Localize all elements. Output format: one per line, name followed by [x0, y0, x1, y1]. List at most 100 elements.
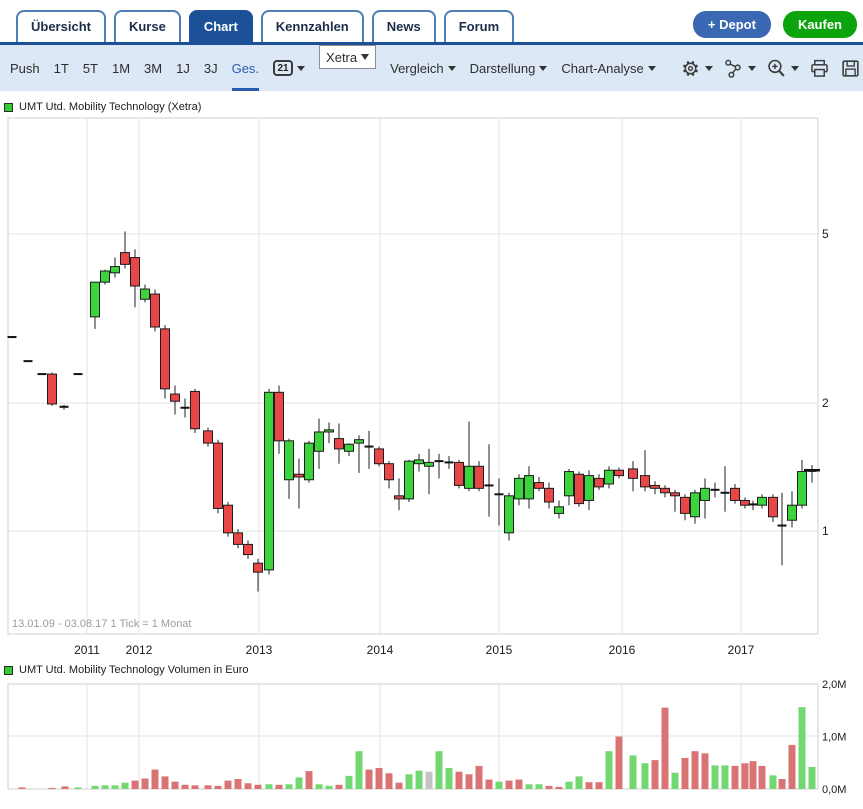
candle-body	[545, 488, 554, 502]
volume-bar	[235, 779, 242, 789]
save-icon	[840, 58, 861, 79]
candle-body	[595, 478, 604, 487]
candle-body	[275, 392, 284, 441]
share-icon	[723, 58, 744, 79]
candle-body	[425, 462, 434, 466]
chevron-down-icon	[748, 66, 756, 71]
tab-news[interactable]: News	[372, 10, 436, 42]
buy-button[interactable]: Kaufen	[783, 11, 857, 38]
menu-vergleich[interactable]: Vergleich	[390, 45, 455, 91]
tab-chart[interactable]: Chart	[189, 10, 253, 42]
candle-body	[91, 282, 100, 317]
candle-body	[788, 505, 797, 520]
tab-kurse[interactable]: Kurse	[114, 10, 181, 42]
gear-icon	[680, 58, 701, 79]
candle-body	[171, 394, 180, 401]
volume-series-legend: UMT Utd. Mobility Technology Volumen in …	[4, 664, 248, 676]
volume-bar	[356, 751, 363, 789]
candle-body	[555, 507, 564, 514]
chevron-down-icon	[791, 66, 799, 71]
candle-body	[525, 476, 534, 499]
range-3j[interactable]: 3J	[204, 45, 218, 91]
volume-bar	[205, 785, 212, 789]
menu-darstellung[interactable]: Darstellung	[470, 45, 548, 91]
zoom-in-button[interactable]	[766, 58, 799, 79]
save-button[interactable]	[840, 58, 863, 79]
price-volume-chart[interactable]: 20112012201320142015201620175212,0M1,0M0…	[0, 96, 863, 809]
volume-bar	[182, 785, 189, 789]
volume-bar	[486, 780, 493, 789]
candle-body	[48, 374, 57, 404]
volume-bar	[742, 763, 749, 789]
date-range-note: 13.01.09 - 03.08.17 1 Tick = 1 Monat	[12, 618, 191, 630]
volume-bar	[396, 783, 403, 789]
volume-bar	[536, 784, 543, 789]
volume-bar	[416, 771, 423, 789]
volume-bar	[712, 765, 719, 789]
tab-forum[interactable]: Forum	[444, 10, 514, 42]
price-series-label: UMT Utd. Mobility Technology (Xetra)	[19, 101, 201, 113]
tab-uebersicht[interactable]: Übersicht	[16, 10, 106, 42]
candle-body	[265, 392, 274, 570]
menu-label: Chart-Analyse	[561, 61, 643, 76]
volume-bar	[456, 772, 463, 789]
volume-bar	[672, 773, 679, 789]
volume-bar	[576, 776, 583, 789]
volume-bar	[255, 785, 262, 789]
range-1t[interactable]: 1T	[54, 45, 69, 91]
volume-bar	[496, 782, 503, 789]
volume-bar	[225, 781, 232, 789]
range-3m[interactable]: 3M	[144, 45, 162, 91]
menu-chart-analyse[interactable]: Chart-Analyse	[561, 45, 655, 91]
x-axis-year-label: 2013	[246, 643, 273, 657]
volume-bar	[616, 737, 623, 790]
calendar-button[interactable]: 21	[273, 45, 305, 91]
volume-bar	[336, 785, 343, 789]
candle-body	[375, 449, 384, 464]
volume-bar	[245, 783, 252, 789]
gear-button[interactable]	[680, 58, 713, 79]
volume-bar	[376, 768, 383, 789]
candle-body	[465, 466, 474, 488]
volume-bar	[779, 779, 786, 789]
exchange-select[interactable]: Xetra	[319, 45, 376, 69]
range-1j[interactable]: 1J	[176, 45, 190, 91]
volume-bar	[49, 788, 56, 789]
volume-bar	[132, 781, 139, 789]
candle-body	[385, 464, 394, 480]
candle-body	[191, 391, 200, 428]
candle-body	[641, 476, 650, 487]
add-depot-button[interactable]: + Depot	[693, 11, 771, 38]
volume-bar	[306, 771, 313, 789]
candle-body	[475, 466, 484, 488]
candle-body	[731, 488, 740, 500]
candle-body	[111, 267, 120, 273]
range-5t[interactable]: 5T	[83, 45, 98, 91]
volume-bar	[436, 751, 443, 789]
chevron-down-icon	[705, 66, 713, 71]
volume-series-label: UMT Utd. Mobility Technology Volumen in …	[19, 664, 248, 676]
volume-bar	[446, 768, 453, 789]
volume-bar	[316, 784, 323, 789]
volume-bar	[732, 766, 739, 789]
share-button[interactable]	[723, 58, 756, 79]
volume-bar	[546, 786, 553, 789]
menu-label: Darstellung	[470, 61, 536, 76]
range-ges-[interactable]: Ges.	[232, 45, 259, 91]
volume-bar	[516, 780, 523, 789]
volume-bar	[750, 761, 757, 789]
candle-body	[681, 497, 690, 513]
volume-bar	[770, 775, 777, 789]
candle-body	[741, 500, 750, 505]
candle-body	[505, 496, 514, 533]
candle-body	[615, 470, 624, 475]
volume-bar	[662, 708, 669, 789]
tab-kennzahlen[interactable]: Kennzahlen	[261, 10, 364, 42]
range-push[interactable]: Push	[10, 45, 40, 91]
volume-bar	[692, 751, 699, 789]
range-1m[interactable]: 1M	[112, 45, 130, 91]
print-button[interactable]	[809, 58, 830, 79]
menu-label: Vergleich	[390, 61, 443, 76]
volume-bar	[799, 707, 806, 789]
volume-bar	[92, 786, 99, 789]
